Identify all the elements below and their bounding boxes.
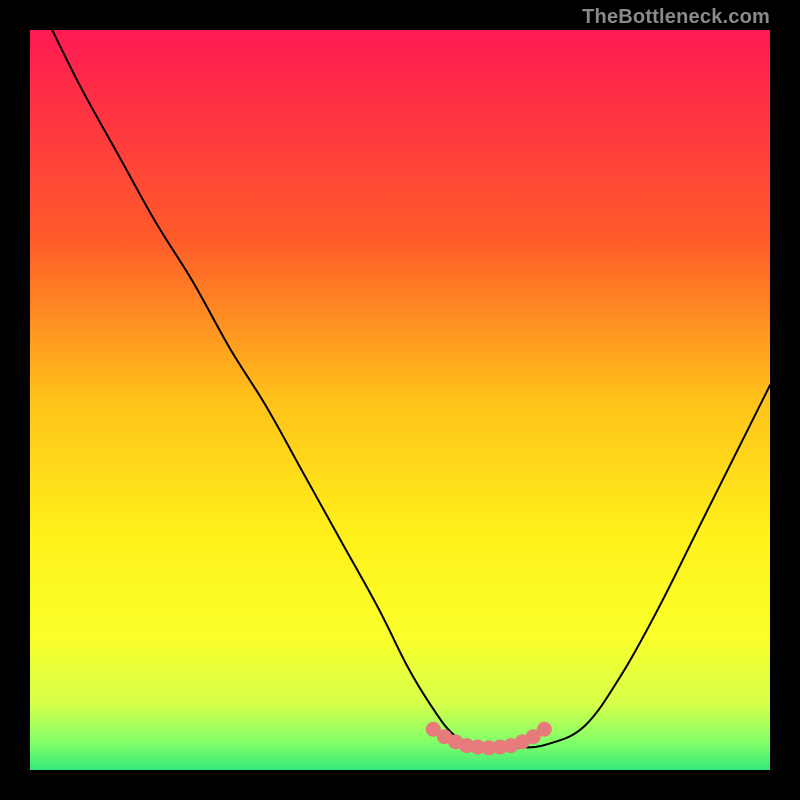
marker-group xyxy=(426,722,552,756)
bottleneck-curve xyxy=(52,30,770,748)
watermark-text: TheBottleneck.com xyxy=(582,6,770,29)
plot-area xyxy=(30,30,770,770)
marker-dot xyxy=(537,722,552,737)
chart-frame: TheBottleneck.com xyxy=(0,0,800,800)
curve-layer xyxy=(30,30,770,770)
